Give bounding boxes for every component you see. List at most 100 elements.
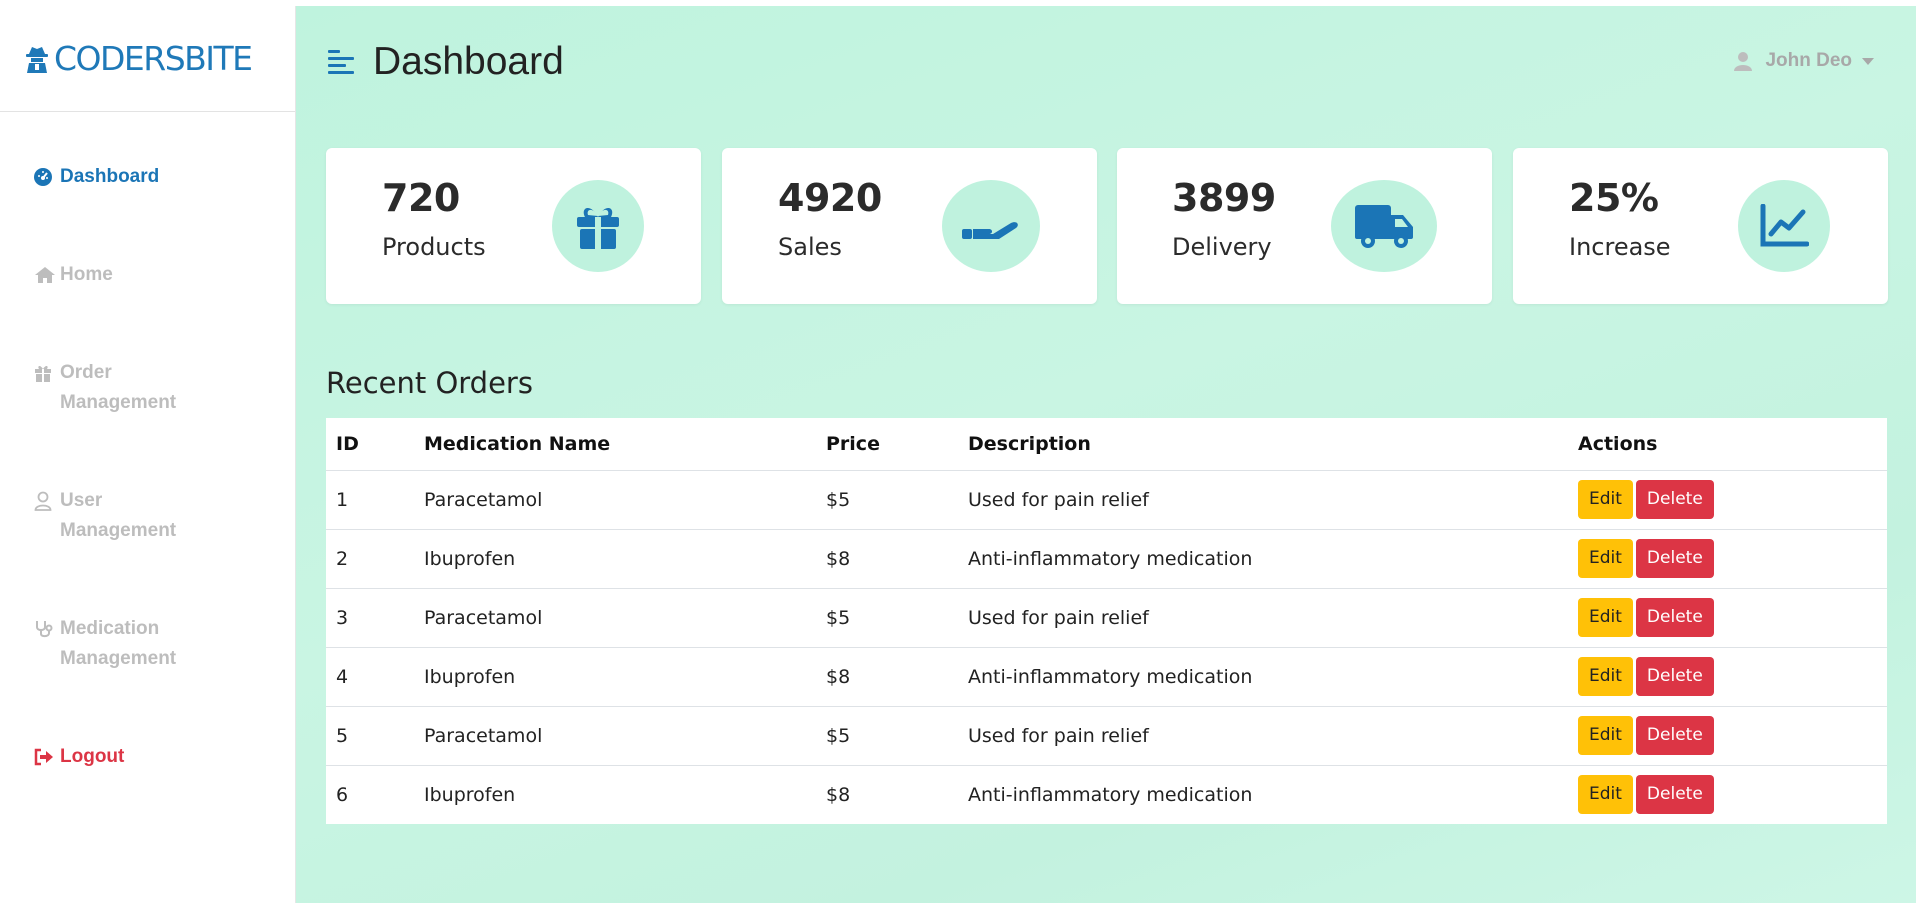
user-icon (1733, 51, 1753, 71)
sidebar-item-label: User Management (60, 490, 177, 541)
sidebar-item-home[interactable]: Home (0, 246, 295, 304)
hacker-icon (24, 45, 50, 73)
sidebar-item-label: Order Management (60, 362, 177, 413)
logout-label: Logout (60, 746, 125, 767)
sidebar-item-label: Medication Management (60, 618, 177, 669)
cell-id: 2 (326, 529, 414, 589)
stat-label: Products (382, 233, 486, 261)
table-row: 5 Paracetamol $5 Used for pain relief Ed… (326, 706, 1887, 766)
cell-medication-name: Paracetamol (414, 470, 816, 530)
cell-price: $8 (816, 647, 958, 707)
column-header-description: Description (958, 418, 1568, 471)
stat-card-sales: 4920 Sales (722, 148, 1097, 304)
edit-button[interactable]: Edit (1578, 598, 1633, 637)
stethoscope-icon (34, 614, 60, 644)
cell-description: Used for pain relief (958, 470, 1568, 530)
chevron-down-icon (1862, 57, 1874, 65)
hand-holding-icon (942, 180, 1040, 272)
delete-button[interactable]: Delete (1635, 716, 1714, 755)
sidebar-item-medication-management[interactable]: Medication Management (0, 600, 295, 688)
home-icon (34, 260, 60, 290)
table-row: 4 Ibuprofen $8 Anti-inflammatory medicat… (326, 647, 1887, 707)
cell-medication-name: Ibuprofen (414, 647, 816, 707)
cell-price: $5 (816, 588, 958, 648)
user-menu-dropdown[interactable]: John Deo (1733, 50, 1874, 72)
cell-description: Used for pain relief (958, 706, 1568, 766)
cell-medication-name: Paracetamol (414, 588, 816, 648)
cell-actions: Edit Delete (1568, 588, 1887, 648)
gift-icon (34, 358, 60, 388)
edit-button[interactable]: Edit (1578, 775, 1633, 815)
cell-actions: Edit Delete (1568, 470, 1887, 530)
table-row: 1 Paracetamol $5 Used for pain relief Ed… (326, 470, 1887, 530)
sidebar-item-label: Home (60, 264, 113, 285)
main-content: Dashboard John Deo 720 Products 4920 Sal… (296, 6, 1916, 903)
edit-button[interactable]: Edit (1578, 480, 1633, 519)
column-header-price: Price (816, 418, 958, 471)
orders-table: ID Medication Name Price Description Act… (326, 418, 1887, 824)
stat-label: Sales (778, 233, 842, 261)
cell-description: Anti-inflammatory medication (958, 529, 1568, 589)
cell-actions: Edit Delete (1568, 765, 1887, 824)
cell-medication-name: Ibuprofen (424, 783, 516, 806)
cell-medication-name: Ibuprofen (414, 529, 816, 589)
logout-button[interactable]: Logout (0, 728, 295, 786)
edit-button[interactable]: Edit (1578, 657, 1633, 696)
sidebar-item-order-management[interactable]: Order Management (0, 344, 295, 432)
chart-line-icon (1738, 180, 1830, 272)
cell-id: 3 (326, 588, 414, 648)
cell-price: $8 (816, 529, 958, 589)
cell-price: $5 (816, 706, 958, 766)
stat-card-delivery: 3899 Delivery (1117, 148, 1492, 304)
menu-toggle-icon[interactable] (326, 46, 356, 76)
stat-value: 3899 (1172, 176, 1276, 220)
cell-medication-name: Paracetamol (414, 706, 816, 766)
column-header-medication-name: Medication Name (414, 418, 816, 471)
truck-icon (1331, 180, 1437, 272)
sidebar-item-user-management[interactable]: User Management (0, 472, 295, 560)
cell-id: 6 (336, 783, 349, 806)
cell-actions: Edit Delete (1568, 706, 1887, 766)
delete-button[interactable]: Delete (1635, 598, 1714, 637)
stat-value: 25% (1569, 176, 1659, 220)
cell-id: 1 (326, 470, 414, 530)
sidebar: CODERSBITE Dashboard Home Order Manageme… (0, 6, 296, 903)
delete-button[interactable]: Delete (1635, 539, 1714, 578)
cell-actions: Edit Delete (1568, 647, 1887, 707)
sidebar-item-dashboard[interactable]: Dashboard (0, 148, 295, 206)
cell-id: 5 (326, 706, 414, 766)
cell-price: $5 (816, 470, 958, 530)
cell-description: Anti-inflammatory medication (958, 647, 1568, 707)
brand-logo[interactable]: CODERSBITE (0, 6, 295, 112)
table-row: 2 Ibuprofen $8 Anti-inflammatory medicat… (326, 529, 1887, 589)
table-row: 6 Ibuprofen $8 Anti-inflammatory medicat… (326, 765, 1887, 824)
sign-out-icon (34, 742, 60, 772)
cell-price: $8 (826, 783, 851, 806)
dashboard-gauge-icon (34, 162, 60, 192)
cell-id: 4 (326, 647, 414, 707)
cell-actions: Edit Delete (1568, 529, 1887, 589)
stat-label: Increase (1569, 233, 1671, 261)
cell-description: Anti-inflammatory medication (968, 783, 1253, 806)
cell-description: Used for pain relief (958, 588, 1568, 648)
delete-button[interactable]: Delete (1635, 775, 1714, 815)
table-header-row: ID Medication Name Price Description Act… (326, 418, 1887, 471)
delete-button[interactable]: Delete (1635, 480, 1714, 519)
gift-icon (552, 180, 644, 272)
column-header-id: ID (326, 418, 414, 471)
delete-button[interactable]: Delete (1635, 657, 1714, 696)
stat-value: 4920 (778, 176, 882, 220)
column-header-actions: Actions (1568, 418, 1887, 471)
sidebar-item-label: Dashboard (60, 166, 160, 187)
stat-label: Delivery (1172, 233, 1272, 261)
user-name: John Deo (1765, 50, 1852, 71)
edit-button[interactable]: Edit (1578, 539, 1633, 578)
header: Dashboard John Deo (296, 6, 1916, 116)
recent-orders-title: Recent Orders (326, 366, 533, 400)
sidebar-nav: Dashboard Home Order Management User Man… (0, 112, 295, 786)
stat-card-increase: 25% Increase (1513, 148, 1888, 304)
stats-cards: 720 Products 4920 Sales 3899 Delivery 25… (326, 148, 1888, 304)
page-title: Dashboard (373, 40, 564, 83)
table-row: 3 Paracetamol $5 Used for pain relief Ed… (326, 588, 1887, 648)
edit-button[interactable]: Edit (1578, 716, 1633, 755)
